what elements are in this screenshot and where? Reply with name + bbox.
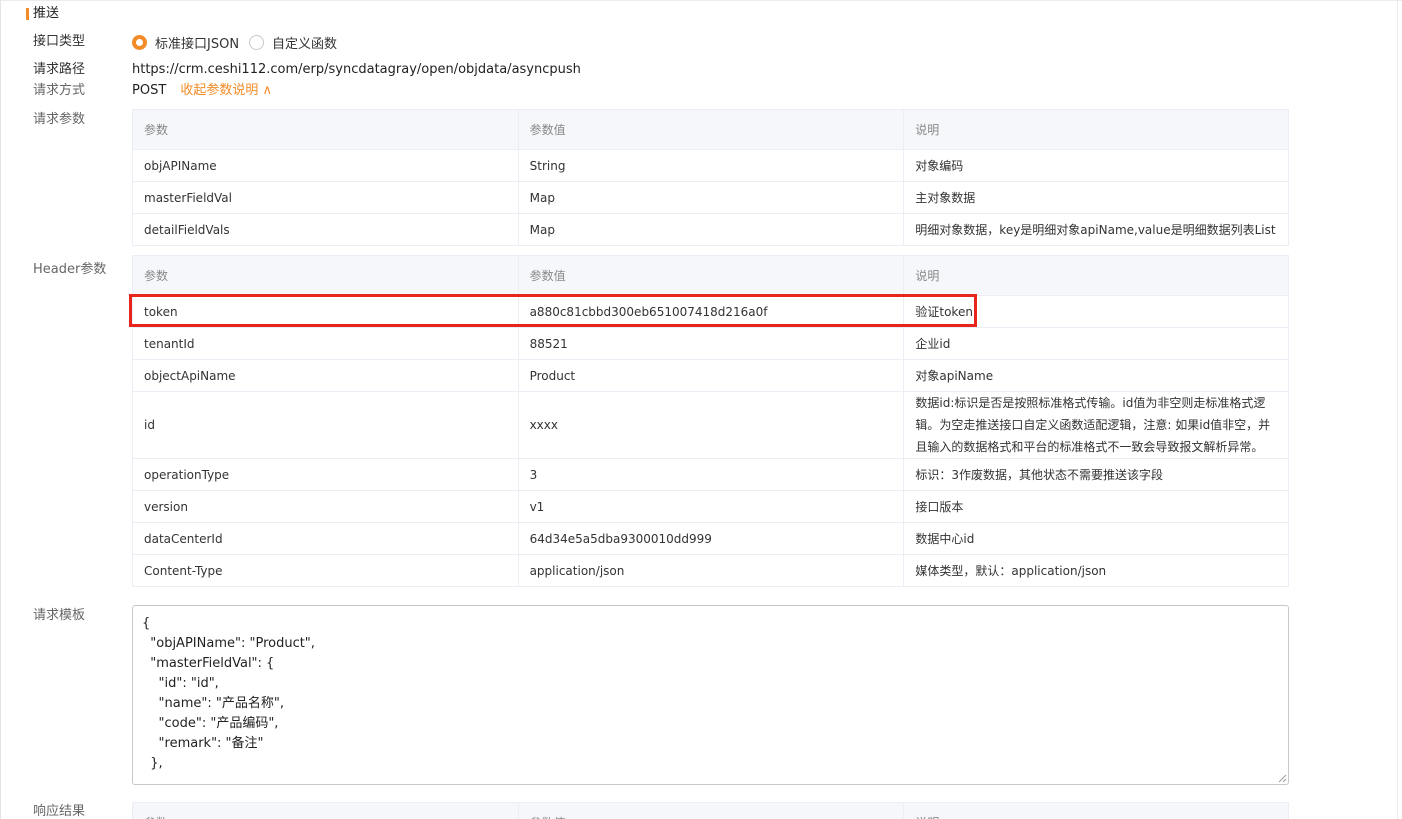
column-header-param: 参数: [132, 109, 519, 150]
param-name: dataCenterId: [132, 522, 519, 555]
request-params-table: 参数 参数值 说明 objAPIName String 对象编码 masterF…: [132, 109, 1289, 246]
param-value: String: [517, 149, 905, 182]
param-value: v1: [517, 490, 905, 523]
column-header-value: 参数值: [517, 109, 905, 150]
table-row: id xxxx 数据id:标识是否是按照标准格式传输。id值为非空则走标准格式逻…: [132, 391, 1289, 459]
param-description: 主对象数据: [903, 181, 1289, 214]
header-params-table: 参数 参数值 说明 token a880c81cbbd300eb65100741…: [132, 255, 1289, 587]
table-row: objAPIName String 对象编码: [132, 149, 1289, 182]
request-path-label: 请求路径: [33, 62, 86, 77]
response-result-table: 参数 参数值 说明: [132, 802, 1289, 819]
param-value: 64d34e5a5dba9300010dd999: [517, 522, 905, 555]
param-value: application/json: [517, 554, 905, 587]
section-title: 推送: [26, 6, 59, 22]
param-value: Product: [517, 359, 905, 392]
table-row: dataCenterId 64d34e5a5dba9300010dd999 数据…: [132, 522, 1289, 555]
radio-custom-function-label[interactable]: 自定义函数: [272, 33, 337, 52]
param-name: operationType: [132, 458, 519, 491]
table-row: objectApiName Product 对象apiName: [132, 359, 1289, 392]
column-header-description: 说明: [903, 802, 1289, 819]
param-description: 对象编码: [903, 149, 1289, 182]
radio-standard-json[interactable]: [132, 35, 147, 50]
table-row: masterFieldVal Map 主对象数据: [132, 181, 1289, 214]
param-description: 接口版本: [903, 490, 1289, 523]
table-row: tenantId 88521 企业id: [132, 327, 1289, 360]
section-title-text: 推送: [33, 6, 60, 21]
param-description: 媒体类型，默认：application/json: [903, 554, 1289, 587]
param-name: masterFieldVal: [132, 181, 519, 214]
param-description: 明细对象数据，key是明细对象apiName,value是明细数据列表List: [903, 213, 1289, 246]
param-value: Map: [517, 181, 905, 214]
request-method-value: POST: [132, 83, 167, 98]
param-name: objAPIName: [132, 149, 519, 182]
response-result-label: 响应结果: [33, 804, 86, 819]
request-params-label: 请求参数: [33, 112, 86, 127]
param-name: objectApiName: [132, 359, 519, 392]
param-name: tenantId: [132, 327, 519, 360]
header-params-label: Header参数: [33, 262, 107, 277]
request-path-value: https://crm.ceshi112.com/erp/syncdatagra…: [132, 62, 581, 77]
param-name: version: [132, 490, 519, 523]
column-header-description: 说明: [903, 109, 1289, 150]
table-header-row: 参数 参数值 说明: [132, 255, 1289, 296]
radio-custom-function[interactable]: [249, 35, 265, 50]
table-row: Content-Type application/json 媒体类型，默认：ap…: [132, 554, 1289, 587]
param-value: Map: [517, 213, 905, 246]
radio-standard-json-label[interactable]: 标准接口JSON: [155, 33, 239, 52]
param-name: id: [132, 391, 519, 459]
table-row: token a880c81cbbd300eb651007418d216a0f 验…: [132, 295, 1289, 328]
table-header-row: 参数 参数值 说明: [132, 802, 1289, 819]
param-description: 验证token: [903, 295, 1289, 328]
param-description: 数据中心id: [903, 522, 1289, 555]
column-header-value: 参数值: [517, 802, 905, 819]
resize-grip-icon[interactable]: [1278, 774, 1287, 783]
param-value: a880c81cbbd300eb651007418d216a0f: [517, 295, 905, 328]
param-name: token: [132, 295, 519, 328]
column-header-param: 参数: [132, 802, 519, 819]
param-name: Content-Type: [132, 554, 519, 587]
param-value: 3: [517, 458, 905, 491]
table-header-row: 参数 参数值 说明: [132, 109, 1289, 150]
param-value: xxxx: [517, 391, 905, 459]
column-header-description: 说明: [903, 255, 1289, 296]
request-template-label: 请求模板: [33, 608, 86, 623]
column-header-value: 参数值: [517, 255, 905, 296]
request-method-label: 请求方式: [33, 83, 86, 98]
interface-type-label: 接口类型: [33, 34, 86, 49]
table-row: operationType 3 标识：3作废数据，其他状态不需要推送该字段: [132, 458, 1289, 491]
interface-type-radio-group: 标准接口JSON 自定义函数: [132, 33, 347, 52]
param-description: 标识：3作废数据，其他状态不需要推送该字段: [903, 458, 1289, 491]
param-description: 企业id: [903, 327, 1289, 360]
param-name: detailFieldVals: [132, 213, 519, 246]
request-template-textarea[interactable]: { "objAPIName": "Product", "masterFieldV…: [132, 605, 1289, 785]
param-description: 数据id:标识是否是按照标准格式传输。id值为非空则走标准格式逻辑。为空走推送接…: [903, 391, 1289, 459]
table-row: detailFieldVals Map 明细对象数据，key是明细对象apiNa…: [132, 213, 1289, 246]
param-description: 对象apiName: [903, 359, 1289, 392]
collapse-params-toggle[interactable]: 收起参数说明 ∧: [180, 83, 272, 98]
param-value: 88521: [517, 327, 905, 360]
section-accent-bar: [26, 8, 29, 20]
request-method-row: POST 收起参数说明 ∧: [132, 83, 272, 99]
table-row: version v1 接口版本: [132, 490, 1289, 523]
column-header-param: 参数: [132, 255, 519, 296]
